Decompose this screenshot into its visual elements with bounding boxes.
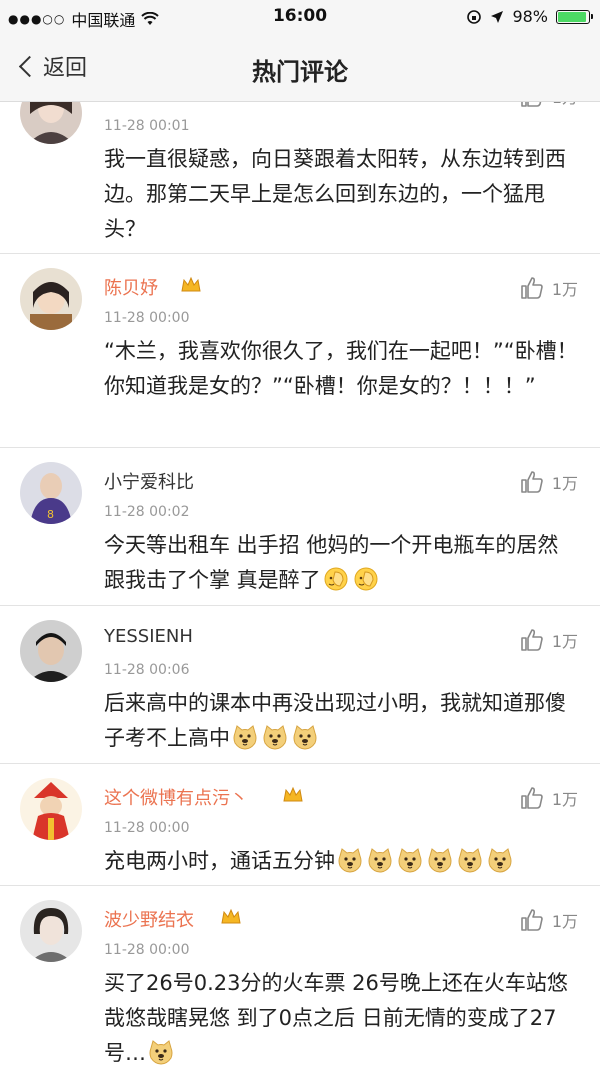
vip-crown-icon xyxy=(181,276,201,292)
emoji-row xyxy=(146,1039,176,1065)
vip-crown-icon xyxy=(283,786,303,802)
avatar[interactable] xyxy=(20,102,82,144)
emoji-row xyxy=(230,724,320,750)
timestamp: 11-28 00:02 xyxy=(104,504,190,520)
avatar[interactable] xyxy=(20,620,82,682)
avatar[interactable] xyxy=(20,900,82,962)
comment-item[interactable]: 这个微博有点污丶 1万 11-28 00:00 充电两小时，通话五分钟 xyxy=(0,764,600,886)
thumbs-up-icon xyxy=(521,629,543,651)
like-button[interactable]: 1万 xyxy=(520,276,578,300)
comment-feed[interactable]: 1万 11-28 00:01 我一直很疑惑，向日葵跟着太阳转，从东边转到西边。那… xyxy=(0,102,600,1067)
status-bar: ●●●○○ 中国联通 16:00 98% xyxy=(0,0,600,34)
vip-crown-icon xyxy=(221,908,241,924)
battery-fill xyxy=(558,11,587,22)
doge-emoji xyxy=(367,847,393,873)
status-right: 98% xyxy=(466,7,593,26)
facepalm-emoji xyxy=(323,566,349,592)
like-count: 1万 xyxy=(551,790,578,809)
avatar[interactable] xyxy=(20,268,82,330)
doge-emoji xyxy=(148,1039,174,1065)
timestamp: 11-28 00:01 xyxy=(104,118,190,134)
doge-emoji xyxy=(292,724,318,750)
svg-text:8: 8 xyxy=(47,508,54,521)
like-button[interactable]: 1万 xyxy=(520,908,578,932)
emoji-row xyxy=(335,847,515,873)
username[interactable]: 小宁爱科比 xyxy=(104,468,194,494)
doge-emoji xyxy=(457,847,483,873)
comment-text: 后来高中的课本中再没出现过小明，我就知道那傻子考不上高中 xyxy=(104,686,578,756)
username[interactable]: 这个微博有点污丶 xyxy=(104,784,248,810)
thumbs-up-icon xyxy=(521,787,543,809)
like-count: 1万 xyxy=(551,632,578,651)
comment-text: 我一直很疑惑，向日葵跟着太阳转，从东边转到西边。那第二天早上是怎么回到东边的，一… xyxy=(104,142,578,247)
timestamp: 11-28 00:00 xyxy=(104,942,190,958)
thumbs-up-icon xyxy=(521,102,542,107)
battery-icon xyxy=(556,9,593,24)
doge-emoji xyxy=(397,847,423,873)
avatar[interactable]: 8 xyxy=(20,462,82,524)
comment-item[interactable]: 陈贝妤 1万 11-28 00:00 “木兰，我喜欢你很久了，我们在一起吧！”“… xyxy=(0,254,600,448)
comment-body: 我一直很疑惑，向日葵跟着太阳转，从东边转到西边。那第二天早上是怎么回到东边的，一… xyxy=(104,147,566,241)
location-arrow-icon xyxy=(491,10,504,23)
battery-percent: 98% xyxy=(512,7,548,26)
like-button[interactable]: 1万 xyxy=(520,102,578,108)
doge-emoji xyxy=(262,724,288,750)
page-title: 热门评论 xyxy=(252,58,348,86)
doge-emoji xyxy=(487,847,513,873)
username[interactable]: YESSIENH xyxy=(104,626,193,647)
facepalm-emoji xyxy=(353,566,379,592)
comment-body: 充电两小时，通话五分钟 xyxy=(104,849,335,873)
like-button[interactable]: 1万 xyxy=(520,628,578,652)
comment-item[interactable]: 1万 11-28 00:01 我一直很疑惑，向日葵跟着太阳转，从东边转到西边。那… xyxy=(0,102,600,254)
thumbs-up-icon xyxy=(521,277,543,299)
like-count: 1万 xyxy=(551,280,578,299)
comment-text: 买了26号0.23分的火车票 26号晚上还在火车站悠哉悠哉瞎晃悠 到了0点之后 … xyxy=(104,966,578,1067)
doge-emoji xyxy=(427,847,453,873)
avatar[interactable] xyxy=(20,778,82,840)
doge-emoji xyxy=(232,724,258,750)
thumbs-up-icon xyxy=(521,909,543,931)
username[interactable]: 陈贝妤 xyxy=(104,274,158,300)
comment-item[interactable]: YESSIENH 1万 11-28 00:06 后来高中的课本中再没出现过小明，… xyxy=(0,606,600,764)
timestamp: 11-28 00:00 xyxy=(104,310,190,326)
comment-text: 充电两小时，通话五分钟 xyxy=(104,844,578,879)
timestamp: 11-28 00:06 xyxy=(104,662,190,678)
comment-body: 后来高中的课本中再没出现过小明，我就知道那傻子考不上高中 xyxy=(104,691,566,750)
thumbs-up-icon xyxy=(521,471,543,493)
like-button[interactable]: 1万 xyxy=(520,786,578,810)
nav-bar: 返回 热门评论 xyxy=(0,34,600,102)
comment-item[interactable]: 波少野结衣 1万 11-28 00:00 买了26号0.23分的火车票 26号晚… xyxy=(0,886,600,1067)
comment-text: “木兰，我喜欢你很久了，我们在一起吧！”“卧槽！你知道我是女的？”“卧槽！你是女… xyxy=(104,334,578,404)
comment-body: “木兰，我喜欢你很久了，我们在一起吧！”“卧槽！你知道我是女的？”“卧槽！你是女… xyxy=(104,339,578,398)
orientation-lock-icon xyxy=(467,9,482,24)
like-count: 1万 xyxy=(551,474,578,493)
timestamp: 11-28 00:00 xyxy=(104,820,190,836)
emoji-row xyxy=(321,566,381,592)
like-count: 1万 xyxy=(552,102,578,108)
username[interactable]: 波少野结衣 xyxy=(104,906,194,932)
comment-item[interactable]: 8 小宁爱科比 1万 11-28 00:02 今天等出租车 出手招 他妈的一个开… xyxy=(0,448,600,606)
comment-text: 今天等出租车 出手招 他妈的一个开电瓶车的居然跟我击了个掌 真是醉了 xyxy=(104,528,578,598)
doge-emoji xyxy=(337,847,363,873)
like-button[interactable]: 1万 xyxy=(520,470,578,494)
like-count: 1万 xyxy=(551,912,578,931)
